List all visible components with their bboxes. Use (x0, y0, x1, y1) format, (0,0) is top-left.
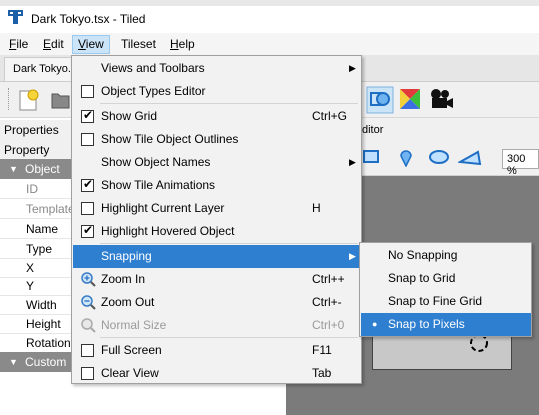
zoom-normal-icon (81, 318, 96, 333)
menu-item-label: Normal Size (101, 318, 167, 332)
menu-item-label: Snapping (101, 249, 152, 263)
menu-show-object-names[interactable]: Show Object Names ▶ (73, 151, 360, 174)
polygon-tool-icon[interactable] (458, 148, 482, 166)
menu-item-label: Views and Toolbars (101, 61, 205, 75)
shortcut-label: Ctrl++ (312, 272, 345, 286)
submenu-arrow-icon: ▶ (349, 251, 356, 261)
submenu-arrow-icon: ▶ (349, 63, 356, 73)
checkbox-icon (81, 133, 94, 146)
movie-camera-icon[interactable] (428, 88, 454, 110)
menu-item-label: Show Object Names (101, 155, 211, 169)
menu-help[interactable]: Help (165, 35, 200, 54)
menu-separator (100, 243, 358, 244)
menu-edit[interactable]: Edit (38, 35, 69, 54)
menu-no-snapping[interactable]: No Snapping (361, 244, 531, 267)
menu-item-label: Zoom Out (101, 295, 155, 309)
menu-separator (100, 337, 358, 338)
menu-item-label: Zoom In (101, 272, 146, 286)
checkbox-checked-icon: ✔ (81, 108, 94, 123)
menu-clear-view[interactable]: Clear View Tab (73, 362, 360, 385)
new-file-icon[interactable] (17, 88, 41, 112)
menu-snap-to-pixels[interactable]: ● Snap to Pixels (361, 313, 531, 336)
editor-label: ditor (362, 124, 384, 136)
checkbox-icon (81, 202, 94, 215)
document-tab[interactable]: Dark Tokyo. (4, 57, 78, 81)
window-title: Dark Tokyo.tsx - Tiled (31, 12, 146, 26)
shortcut-label: Ctrl+- (312, 295, 342, 309)
tiled-app-icon (8, 10, 23, 24)
menu-snap-to-grid[interactable]: Snap to Grid (361, 267, 531, 290)
shortcut-label: H (312, 201, 321, 215)
shortcut-label: Tab (312, 366, 332, 380)
checkbox-checked-icon: ✔ (81, 177, 94, 192)
checkbox-icon (81, 344, 94, 357)
rectangle-tool-icon[interactable] (362, 148, 380, 166)
shortcut-label: F11 (312, 343, 332, 357)
menu-item-label: No Snapping (388, 248, 458, 262)
menu-item-label: Snap to Pixels (388, 317, 465, 331)
zoom-combo[interactable]: 300 % (502, 149, 539, 177)
view-menu-dropdown: Views and Toolbars ▶ Object Types Editor… (71, 55, 362, 384)
menu-item-label: Show Grid (101, 109, 158, 123)
ellipse-tool-icon[interactable] (428, 149, 450, 165)
menu-bar: File Edit View Tileset Help (0, 33, 539, 55)
menu-view[interactable]: View (72, 35, 110, 54)
checkbox-icon (81, 85, 94, 98)
open-file-icon[interactable] (50, 88, 70, 110)
menu-separator (100, 103, 358, 104)
collapse-triangle-icon: ▼ (9, 164, 18, 174)
point-tool-icon[interactable] (398, 147, 414, 167)
toolbar-grip (8, 88, 10, 110)
zoom-out-icon (81, 295, 96, 310)
menu-show-tile-animations[interactable]: ✔ Show Tile Animations (73, 174, 360, 197)
menu-item-label: Snap to Fine Grid (388, 294, 483, 308)
radio-selected-icon: ● (372, 319, 378, 329)
menu-tileset[interactable]: Tileset (116, 35, 161, 54)
submenu-arrow-icon: ▶ (349, 157, 356, 167)
menu-item-label: Show Tile Animations (101, 178, 216, 192)
menu-normal-size: Normal Size Ctrl+0 (73, 314, 360, 337)
menu-item-label: Full Screen (101, 343, 162, 357)
menu-zoom-out[interactable]: Zoom Out Ctrl+- (73, 291, 360, 314)
menu-full-screen[interactable]: Full Screen F11 (73, 339, 360, 362)
section-object-label: Object (25, 162, 60, 176)
menu-file[interactable]: File (4, 35, 33, 54)
color-palette-icon[interactable] (398, 87, 422, 111)
checkbox-icon (81, 367, 94, 380)
menu-object-types-editor[interactable]: Object Types Editor (73, 80, 360, 103)
menu-highlight-hovered-object[interactable]: ✔ Highlight Hovered Object (73, 220, 360, 243)
menu-highlight-current-layer[interactable]: Highlight Current Layer H (73, 197, 360, 220)
menu-item-label: Highlight Current Layer (101, 201, 225, 215)
menu-item-label: Clear View (101, 366, 159, 380)
menu-item-label: Snap to Grid (388, 271, 456, 285)
menu-views-and-toolbars[interactable]: Views and Toolbars ▶ (73, 57, 360, 80)
collapse-triangle-icon: ▼ (9, 357, 18, 367)
snapping-submenu: No Snapping Snap to Grid Snap to Fine Gr… (359, 242, 532, 337)
menu-snap-to-fine-grid[interactable]: Snap to Fine Grid (361, 290, 531, 313)
section-custom-label: Custom (25, 355, 67, 369)
zoom-in-icon (81, 272, 96, 287)
menu-snapping[interactable]: Snapping ▶ (73, 245, 360, 268)
shortcut-label: Ctrl+0 (312, 318, 345, 332)
menu-show-grid[interactable]: ✔ Show Grid Ctrl+G (73, 105, 360, 128)
menu-item-label: Show Tile Object Outlines (101, 132, 239, 146)
checkbox-checked-icon: ✔ (81, 223, 94, 238)
menu-zoom-in[interactable]: Zoom In Ctrl++ (73, 268, 360, 291)
object-select-tool-icon[interactable] (366, 86, 394, 114)
menu-item-label: Highlight Hovered Object (101, 224, 235, 238)
menu-item-label: Object Types Editor (101, 84, 206, 98)
shortcut-label: Ctrl+G (312, 109, 348, 123)
menu-show-tile-object-outlines[interactable]: Show Tile Object Outlines (73, 128, 360, 151)
